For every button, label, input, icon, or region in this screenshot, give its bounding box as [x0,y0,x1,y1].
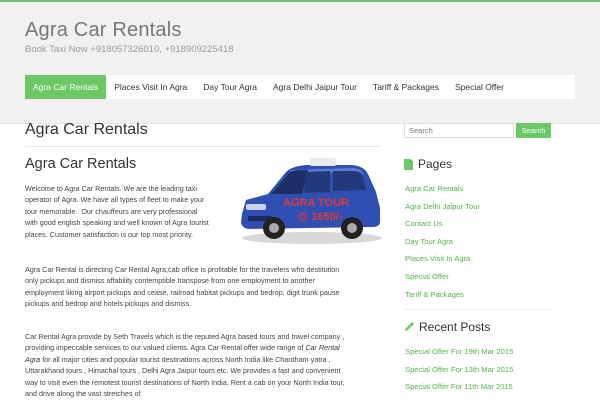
recent-post-link[interactable]: Special Offer For 13th Mar 2015 [405,365,513,374]
recent-posts-widget-title: Recent Posts [404,320,490,334]
third-paragraph: Car Rental Agra provide by Seth Travels … [25,331,351,399]
nav-item-agra-delhi-jaipur-tour[interactable]: Agra Delhi Jaipur Tour [265,75,365,99]
nav-item-places-visit-in-agra[interactable]: Places Visit In Agra [106,75,195,99]
recent-posts-list: Special Offer For 19th Mar 2015 Special … [405,346,513,399]
second-paragraph: Agra Car Rental is directing Car Rental … [25,265,340,309]
car-overlay-line2: @ 1650/- [298,211,343,223]
pages-list: Agra Car Rentals Agra Delhi Jaipur Tour … [405,183,480,306]
document-icon [404,158,413,170]
content-heading: Agra Car Rentals [25,156,137,172]
pages-widget-label: Pages [418,157,453,171]
recent-post-link[interactable]: Special Offer For 11th Mar 2015 [405,382,513,391]
title-divider [25,146,381,147]
list-item[interactable]: Special Offer For 13th Mar 2015 [405,364,513,382]
list-item[interactable]: Special Offer [405,271,480,289]
list-item[interactable]: Day Tour Agra [405,236,480,254]
third-paragraph-text-b: for all major cities and popular tourist… [25,354,345,399]
nav-item-agra-car-rentals[interactable]: Agra Car Rentals [25,75,107,99]
site-header: Agra Car Rentals Book Taxi Now +91805732… [0,2,600,124]
list-item[interactable]: Special Offer For 19th Mar 2015 [405,346,513,364]
main-nav: Agra Car Rentals Places Visit In Agra Da… [25,75,575,99]
page-link-places-visit-in-agra[interactable]: Places Visit In Agra [405,254,470,263]
sidebar-divider [404,309,554,310]
page-link-contact-us[interactable]: Contact Us [405,219,443,228]
third-paragraph-text-a: Car Rental Agra provide by Seth Travels … [25,332,345,353]
page-link-agra-car-rentals[interactable]: Agra Car Rentals [405,184,463,193]
site-title[interactable]: Agra Car Rentals [25,19,182,42]
list-item[interactable]: Contact Us [405,218,480,236]
nav-item-special-offer[interactable]: Special Offer [447,75,512,99]
page-title: Agra Car Rentals [25,121,148,138]
pencil-icon [404,322,414,332]
nav-item-day-tour-agra[interactable]: Day Tour Agra [195,75,265,99]
site-description: Book Taxi Now +918057326010, +9189092254… [25,44,234,55]
nav-item-tariff-packages[interactable]: Tariff & Packages [365,75,447,99]
car-photo: AGRA TOUR @ 1650/- [241,158,382,244]
car-overlay-line1: AGRA TOUR [283,197,349,209]
intro-paragraph: Welcome to Agra Car Rentals. We are the … [25,184,209,239]
page-link-tariff-packages[interactable]: Tariff & Packages [405,290,464,299]
recent-post-link[interactable]: Special Offer For 19th Mar 2015 [405,347,513,356]
list-item[interactable]: Tariff & Packages [405,289,480,307]
recent-posts-widget-label: Recent Posts [419,320,491,334]
list-item[interactable]: Agra Delhi Jaipur Tour [405,201,480,219]
search-input[interactable] [404,123,514,138]
list-item[interactable]: Places Visit In Agra [405,253,480,271]
pages-widget-title: Pages [404,157,452,171]
page-link-special-offer[interactable]: Special Offer [405,272,449,281]
page-link-day-tour-agra[interactable]: Day Tour Agra [405,237,453,246]
list-item[interactable]: Agra Car Rentals [405,183,480,201]
search-button[interactable]: Search [516,123,551,138]
page-link-agra-delhi-jaipur-tour[interactable]: Agra Delhi Jaipur Tour [405,202,480,211]
list-item[interactable]: Special Offer For 11th Mar 2015 [405,381,513,399]
